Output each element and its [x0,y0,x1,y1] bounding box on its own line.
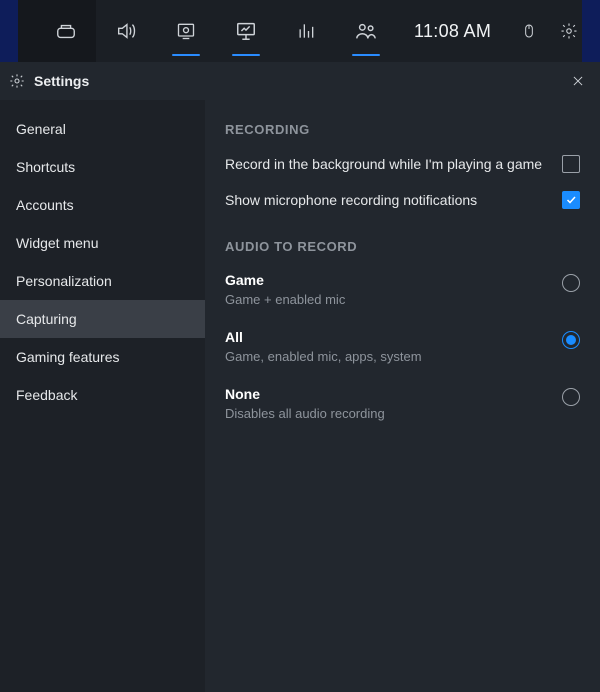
close-button[interactable] [566,69,590,93]
sidebar-item-label: Personalization [16,273,112,289]
speaker-icon [115,20,137,42]
xbox-button[interactable] [36,0,96,62]
sidebar-item-label: General [16,121,66,137]
panel-title: Settings [34,73,89,89]
clock: 11:08 AM [396,0,509,62]
top-bar-right-group [509,0,589,62]
audio-option-all[interactable]: All Game, enabled mic, apps, system [225,329,580,364]
audio-option-none-radio[interactable] [562,388,580,406]
audio-option-game-radio[interactable] [562,274,580,292]
sidebar-item-label: Capturing [16,311,77,327]
sidebar-item-label: Widget menu [16,235,98,251]
sidebar-item-capturing[interactable]: Capturing [0,300,205,338]
audio-option-all-radio[interactable] [562,331,580,349]
monitor-icon [235,20,257,42]
bar-chart-icon [296,21,316,41]
settings-content: RECORDING Record in the background while… [205,100,600,692]
check-icon [565,194,577,206]
audio-option-title: Game [225,272,562,288]
top-bar-left-edge [0,0,36,62]
sidebar-item-widget-menu[interactable]: Widget menu [0,224,205,262]
record-in-background-row[interactable]: Record in the background while I'm playi… [225,155,580,173]
gear-icon [560,22,578,40]
game-bar-top-bar: 11:08 AM [0,0,600,62]
recording-section-heading: RECORDING [225,122,580,137]
capture-widget-button[interactable] [156,0,216,62]
audio-option-title: All [225,329,562,345]
audio-option-desc: Game, enabled mic, apps, system [225,349,562,364]
sidebar-item-label: Gaming features [16,349,120,365]
record-in-background-checkbox[interactable] [562,155,580,173]
audio-to-record-heading: AUDIO TO RECORD [225,239,580,254]
social-widget-button[interactable] [336,0,396,62]
settings-sidebar: General Shortcuts Accounts Widget menu P… [0,100,205,692]
sidebar-item-general[interactable]: General [0,110,205,148]
sidebar-item-label: Feedback [16,387,77,403]
audio-option-game[interactable]: Game Game + enabled mic [225,272,580,307]
sidebar-item-accounts[interactable]: Accounts [0,186,205,224]
mic-notification-label: Show microphone recording notifications [225,192,562,208]
gear-icon [9,73,25,89]
audio-option-none[interactable]: None Disables all audio recording [225,386,580,421]
close-icon [571,74,585,88]
settings-button[interactable] [549,0,589,62]
mic-notification-checkbox[interactable] [562,191,580,209]
audio-option-desc: Disables all audio recording [225,406,562,421]
sidebar-item-shortcuts[interactable]: Shortcuts [0,148,205,186]
audio-option-title: None [225,386,562,402]
sidebar-item-label: Shortcuts [16,159,75,175]
settings-header-icon-wrap [8,73,26,89]
audio-option-desc: Game + enabled mic [225,292,562,307]
xbox-icon [55,20,77,42]
settings-body: General Shortcuts Accounts Widget menu P… [0,100,600,692]
mouse-icon [521,21,537,41]
resources-widget-button[interactable] [276,0,336,62]
mic-notification-row[interactable]: Show microphone recording notifications [225,191,580,209]
sidebar-item-feedback[interactable]: Feedback [0,376,205,414]
pin-button[interactable] [509,0,549,62]
people-icon [355,20,377,42]
capture-icon [176,21,196,41]
sidebar-item-label: Accounts [16,197,74,213]
record-in-background-label: Record in the background while I'm playi… [225,156,562,172]
sidebar-item-personalization[interactable]: Personalization [0,262,205,300]
performance-widget-button[interactable] [216,0,276,62]
settings-panel-header: Settings [0,62,600,100]
sidebar-item-gaming-features[interactable]: Gaming features [0,338,205,376]
audio-widget-button[interactable] [96,0,156,62]
